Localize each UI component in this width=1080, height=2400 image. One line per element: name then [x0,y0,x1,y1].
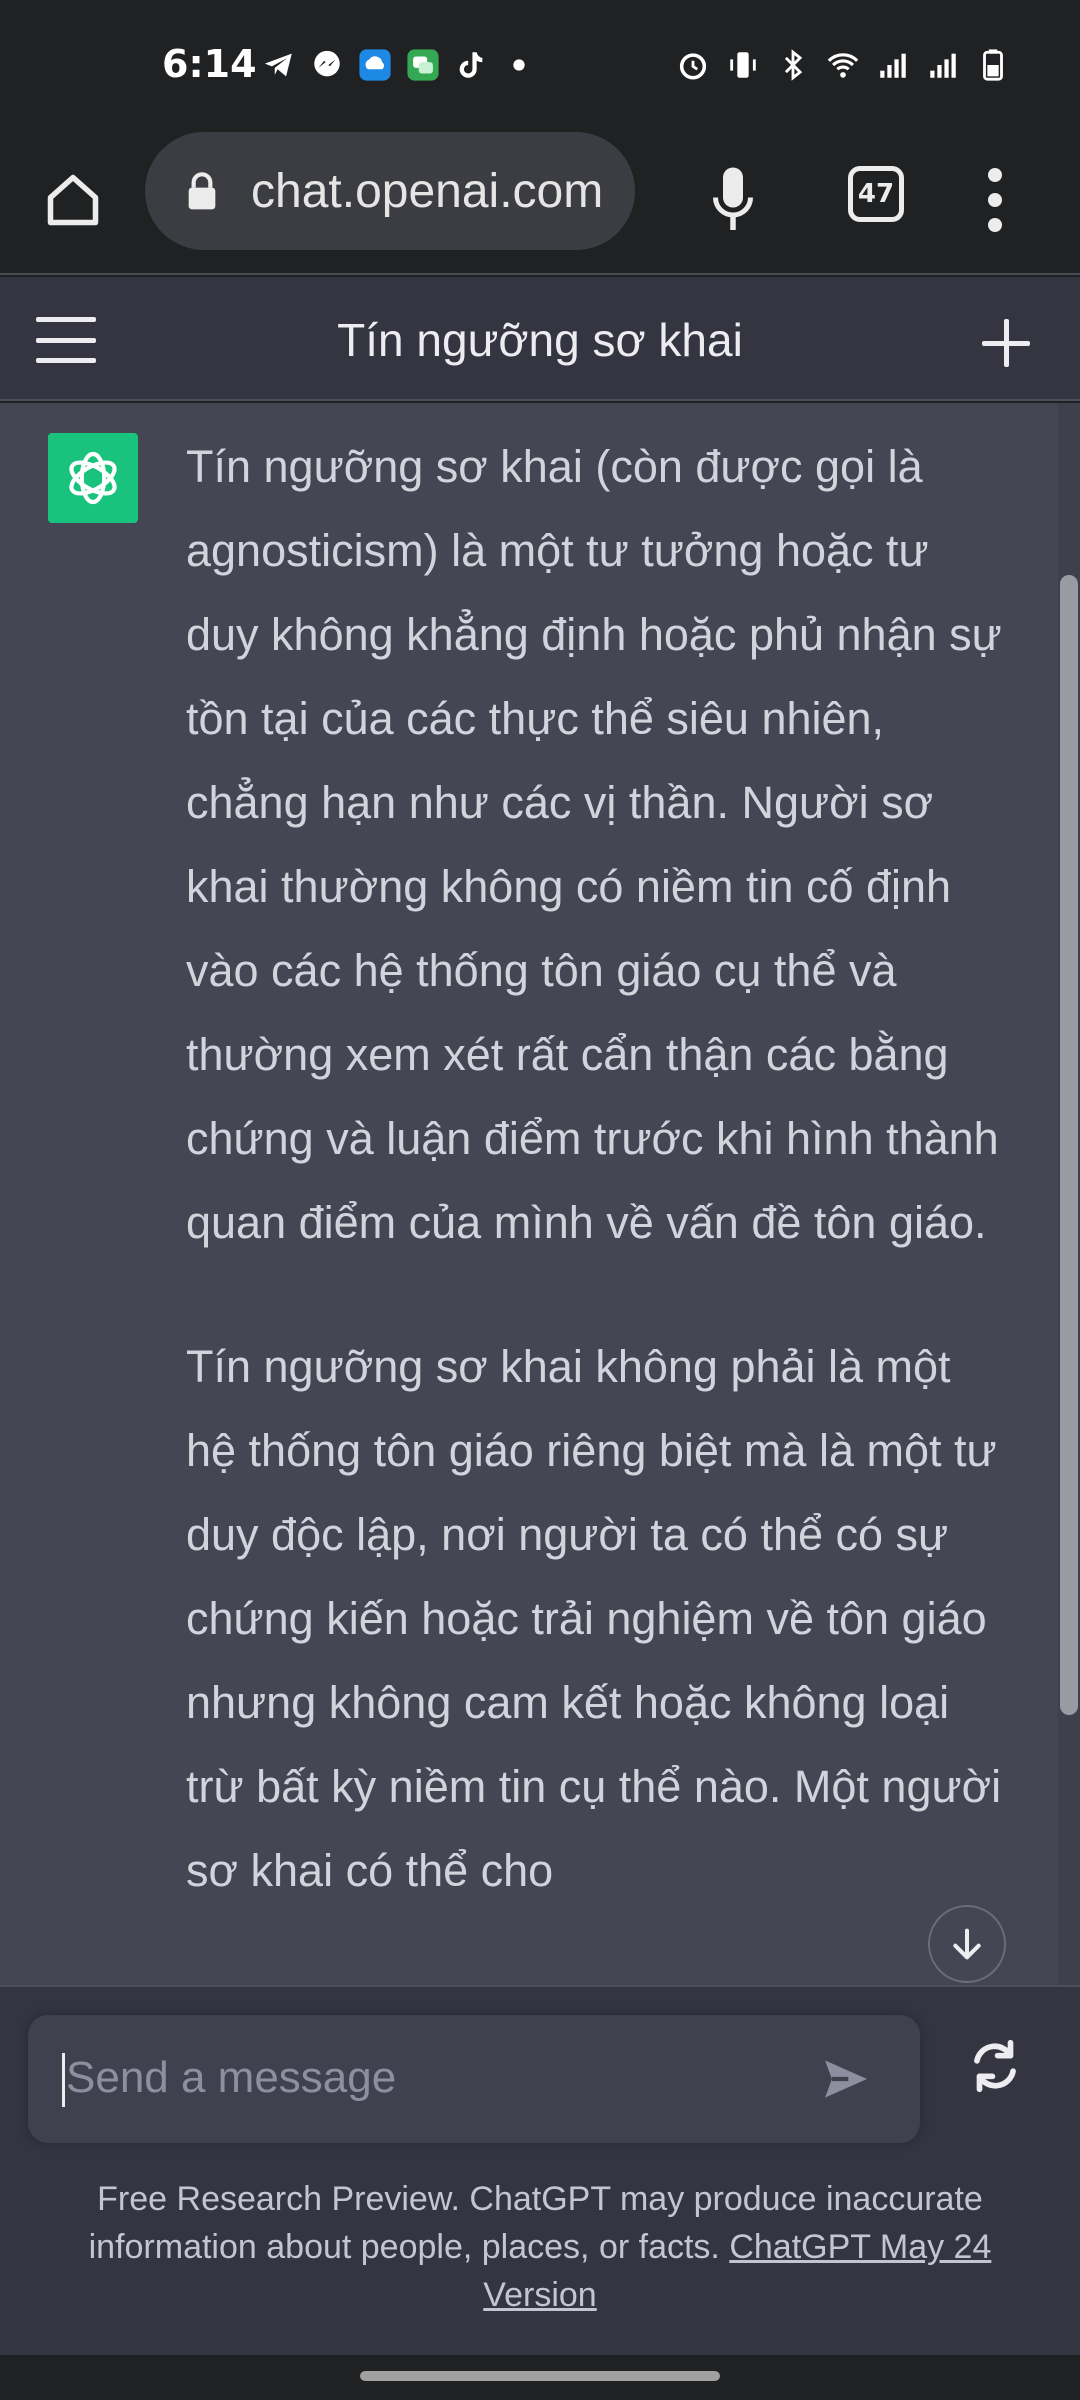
messages-icon [407,49,439,81]
new-chat-button[interactable] [980,317,1032,369]
wifi-icon [827,53,859,78]
disclaimer: Free Research Preview. ChatGPT may produ… [50,2175,1030,2319]
signal-icon [930,53,956,78]
status-time: 6:14 [162,42,257,86]
microphone-icon [713,167,753,230]
lock-icon [188,172,216,210]
chat-header: Tín ngưỡng sơ khai [0,277,1080,401]
assistant-message: Tín ngưỡng sơ khai (còn được gọi là agno… [186,425,1006,1973]
navigation-bar [0,2355,1080,2400]
browser-toolbar: chat.openai.com 47 [0,130,1080,275]
chatgpt-avatar [48,433,138,523]
message-paragraph: Tín ngưỡng sơ khai (còn được gọi là agno… [186,441,1002,1248]
home-gesture-handle[interactable] [360,2371,720,2381]
scrollbar-track[interactable] [1058,403,1080,1985]
conversation-area[interactable]: Tín ngưỡng sơ khai (còn được gọi là agno… [0,403,1080,1985]
system-icons [676,48,1010,82]
dot-icon [988,168,1002,182]
scroll-to-bottom-button[interactable] [928,1905,1006,1983]
dot-icon [513,59,525,71]
arrow-down-icon [953,1928,981,1960]
alarm-icon [679,53,707,80]
address-bar[interactable]: chat.openai.com [145,132,635,250]
home-button[interactable] [38,165,108,235]
cloud-upload-icon [359,49,391,81]
status-bar: 6:14 [0,0,1080,130]
bluetooth-icon [784,49,803,81]
send-icon[interactable] [818,2051,874,2107]
regenerate-icon[interactable] [964,2035,1026,2097]
messenger-icon [314,50,340,77]
vibrate-icon [730,52,756,78]
text-caret [62,2053,65,2107]
dot-icon [988,193,1002,207]
url-text: chat.openai.com [251,164,604,218]
chat-title: Tín ngưỡng sơ khai [337,314,743,366]
openai-logo-icon [69,451,117,505]
home-icon [47,174,99,226]
message-input-placeholder: Send a message [66,2053,397,2102]
more-options-button[interactable] [975,160,1015,240]
signal-icon [880,53,906,78]
dot-icon [988,218,1002,232]
notification-icons [262,48,536,82]
scrollbar-thumb[interactable] [1060,575,1078,1715]
message-paragraph: Tín ngưỡng sơ khai không phải là một hệ … [186,1341,1002,1896]
composer-area: Send a message Free Research Preview. Ch… [0,1985,1080,2355]
battery-icon [983,49,1003,81]
tab-switcher-button[interactable]: 47 [848,166,904,222]
message-input[interactable]: Send a message [28,2015,920,2143]
voice-search-button[interactable] [700,160,766,240]
telegram-icon [264,53,292,77]
tiktok-icon [459,52,483,78]
